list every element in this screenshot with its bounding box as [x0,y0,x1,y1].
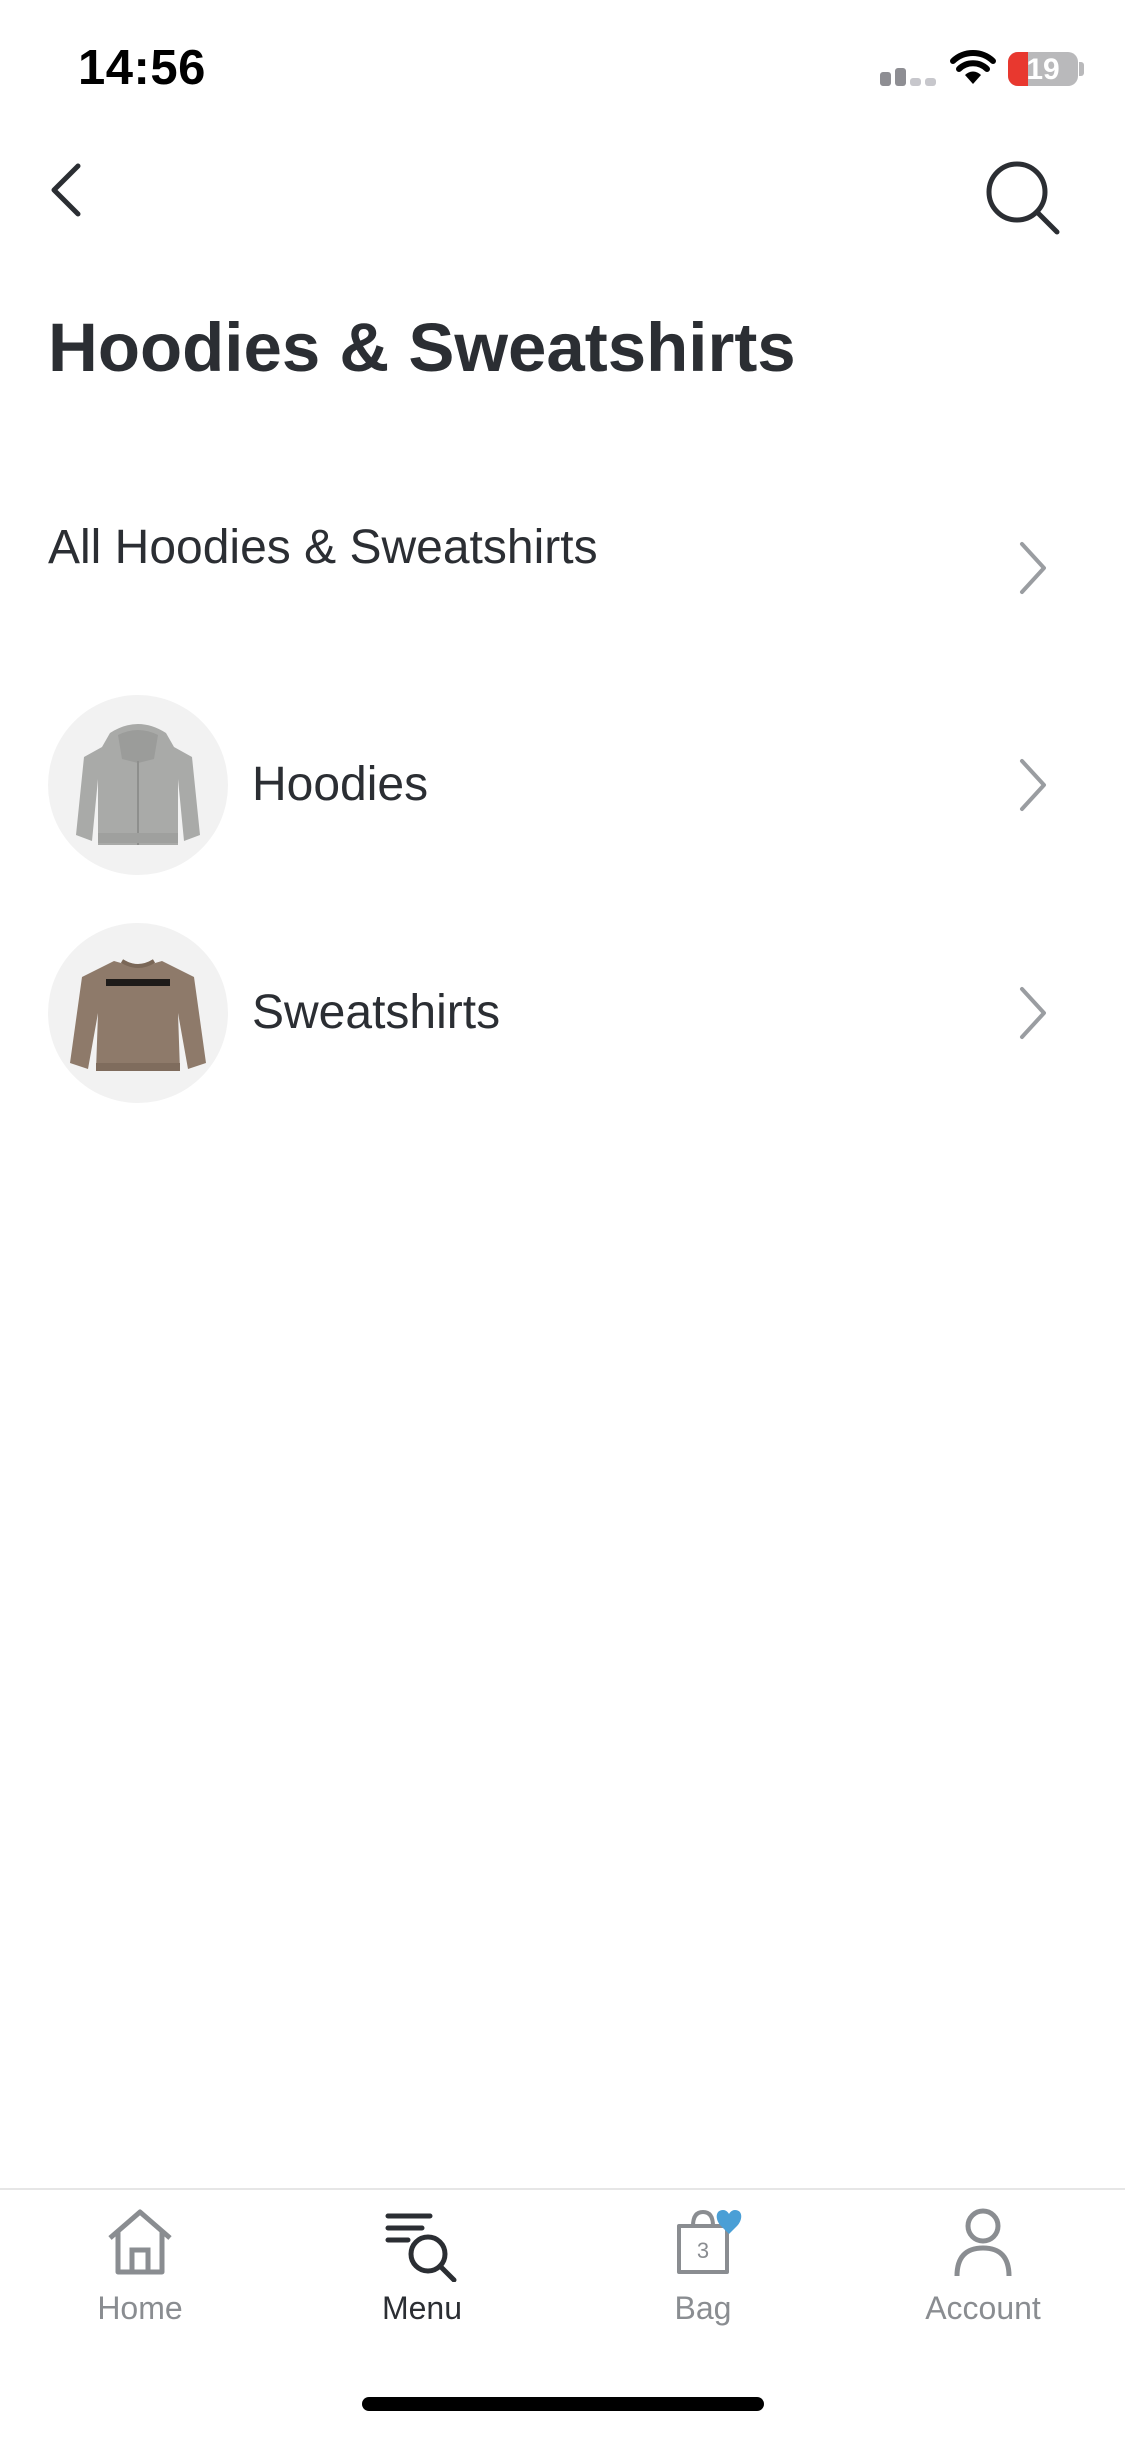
list-item-label: Sweatshirts [252,986,501,1039]
battery-tip [1079,62,1084,76]
bag-count: 3 [697,2238,709,2263]
tab-bag[interactable]: 3 Bag [593,2190,813,2340]
cellular-signal-icon [880,64,938,86]
home-icon [108,2209,172,2275]
page-title: Hoodies & Sweatshirts [48,309,796,386]
tab-label: Account [925,2290,1041,2326]
status-time: 14:56 [78,41,206,95]
battery-icon: 19 [1008,52,1078,86]
search-icon [986,161,1060,235]
search-button[interactable] [975,150,1065,240]
account-icon [954,2208,1012,2277]
tab-label: Bag [674,2290,732,2326]
home-indicator [362,2397,764,2411]
hoodie-thumbnail [48,695,228,875]
menu-search-icon [385,2213,457,2282]
bag-icon: 3 [677,2209,742,2274]
list-item-all[interactable]: All Hoodies & Sweatshirts [0,460,1125,640]
list-item-hoodies[interactable]: Hoodies [0,695,1125,875]
chevron-right-icon [1020,987,1046,1039]
list-item-label: All Hoodies & Sweatshirts [48,521,598,574]
sweatshirt-thumbnail [48,923,228,1103]
favorite-heart-icon [716,2210,742,2234]
tab-account[interactable]: Account [873,2190,1093,2340]
tab-label: Menu [381,2290,463,2326]
wifi-icon [950,50,996,86]
tab-label: Home [97,2290,183,2326]
chevron-right-icon [1020,542,1046,594]
list-item-label: Hoodies [252,758,429,811]
tab-menu[interactable]: Menu [312,2190,532,2340]
back-button[interactable] [36,150,96,230]
chevron-left-icon [51,163,81,217]
list-item-sweatshirts[interactable]: Sweatshirts [0,923,1125,1103]
battery-level: 19 [1026,53,1060,86]
tab-home[interactable]: Home [30,2190,250,2340]
chevron-right-icon [1020,759,1046,811]
